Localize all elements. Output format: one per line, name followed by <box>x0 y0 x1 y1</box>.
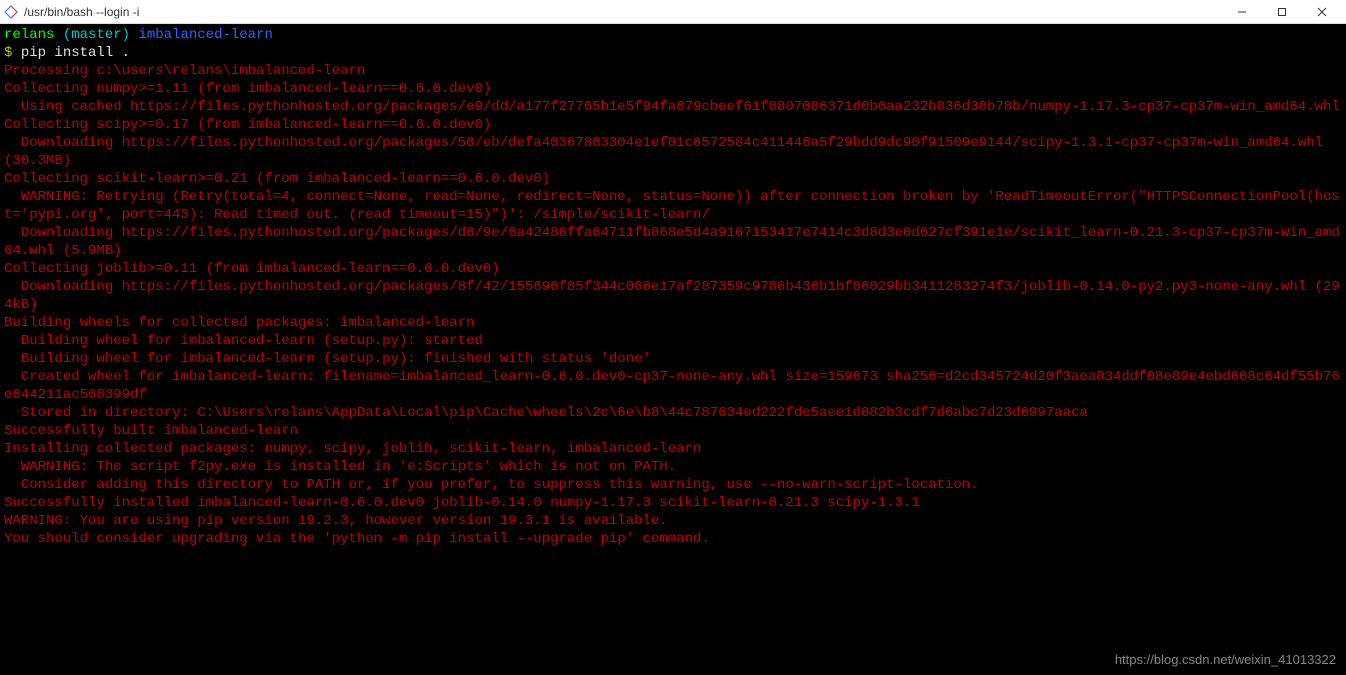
prompt-repo: imbalanced-learn <box>138 27 272 43</box>
branch-open: ( <box>63 27 71 43</box>
maximize-button[interactable] <box>1262 0 1302 24</box>
output-line: Downloading https://files.pythonhosted.o… <box>4 225 1340 259</box>
close-button[interactable] <box>1302 0 1342 24</box>
output-line: Collecting scikit-learn>=0.21 (from imba… <box>4 171 550 187</box>
output-line: Building wheels for collected packages: … <box>4 315 474 331</box>
title-bar: /usr/bin/bash --login -i <box>0 0 1346 24</box>
command-text: pip install . <box>21 45 130 61</box>
prompt-branch: master <box>71 27 121 43</box>
output-line: Downloading https://files.pythonhosted.o… <box>4 279 1340 313</box>
output-line: Created wheel for imbalanced-learn: file… <box>4 369 1340 403</box>
output-line: Stored in directory: C:\Users\relans\App… <box>4 405 1088 421</box>
output-line: You should consider upgrading via the 'p… <box>4 531 710 547</box>
output-line: Processing c:\users\relans\imbalanced-le… <box>4 63 365 79</box>
output-line: Installing collected packages: numpy, sc… <box>4 441 701 457</box>
branch-close: ) <box>122 27 130 43</box>
output-line: WARNING: Retrying (Retry(total=4, connec… <box>4 189 1340 223</box>
output-line: Using cached https://files.pythonhosted.… <box>4 99 1340 115</box>
window-title: /usr/bin/bash --login -i <box>24 5 139 19</box>
terminal-viewport[interactable]: relans (master) imbalanced-learn $ pip i… <box>0 24 1346 675</box>
output-line: WARNING: You are using pip version 19.2.… <box>4 513 668 529</box>
output-line: Collecting joblib>=0.11 (from imbalanced… <box>4 261 500 277</box>
output-line: Consider adding this directory to PATH o… <box>4 477 979 493</box>
output-line: Collecting scipy>=0.17 (from imbalanced-… <box>4 117 491 133</box>
app-icon <box>4 5 18 19</box>
output-line: Collecting numpy>=1.11 (from imbalanced-… <box>4 81 491 97</box>
output-line: Successfully installed imbalanced-learn-… <box>4 495 920 511</box>
output-line: Building wheel for imbalanced-learn (set… <box>4 333 483 349</box>
watermark-text: https://blog.csdn.net/weixin_41013322 <box>1115 652 1336 667</box>
output-line: Successfully built imbalanced-learn <box>4 423 298 439</box>
minimize-button[interactable] <box>1222 0 1262 24</box>
prompt-user: relans <box>4 27 54 43</box>
output-line: WARNING: The script f2py.exe is installe… <box>4 459 676 475</box>
prompt-dollar: $ <box>4 45 12 61</box>
output-line: Building wheel for imbalanced-learn (set… <box>4 351 651 367</box>
output-line: Downloading https://files.pythonhosted.o… <box>4 135 1331 169</box>
terminal-content: relans (master) imbalanced-learn $ pip i… <box>4 26 1342 548</box>
